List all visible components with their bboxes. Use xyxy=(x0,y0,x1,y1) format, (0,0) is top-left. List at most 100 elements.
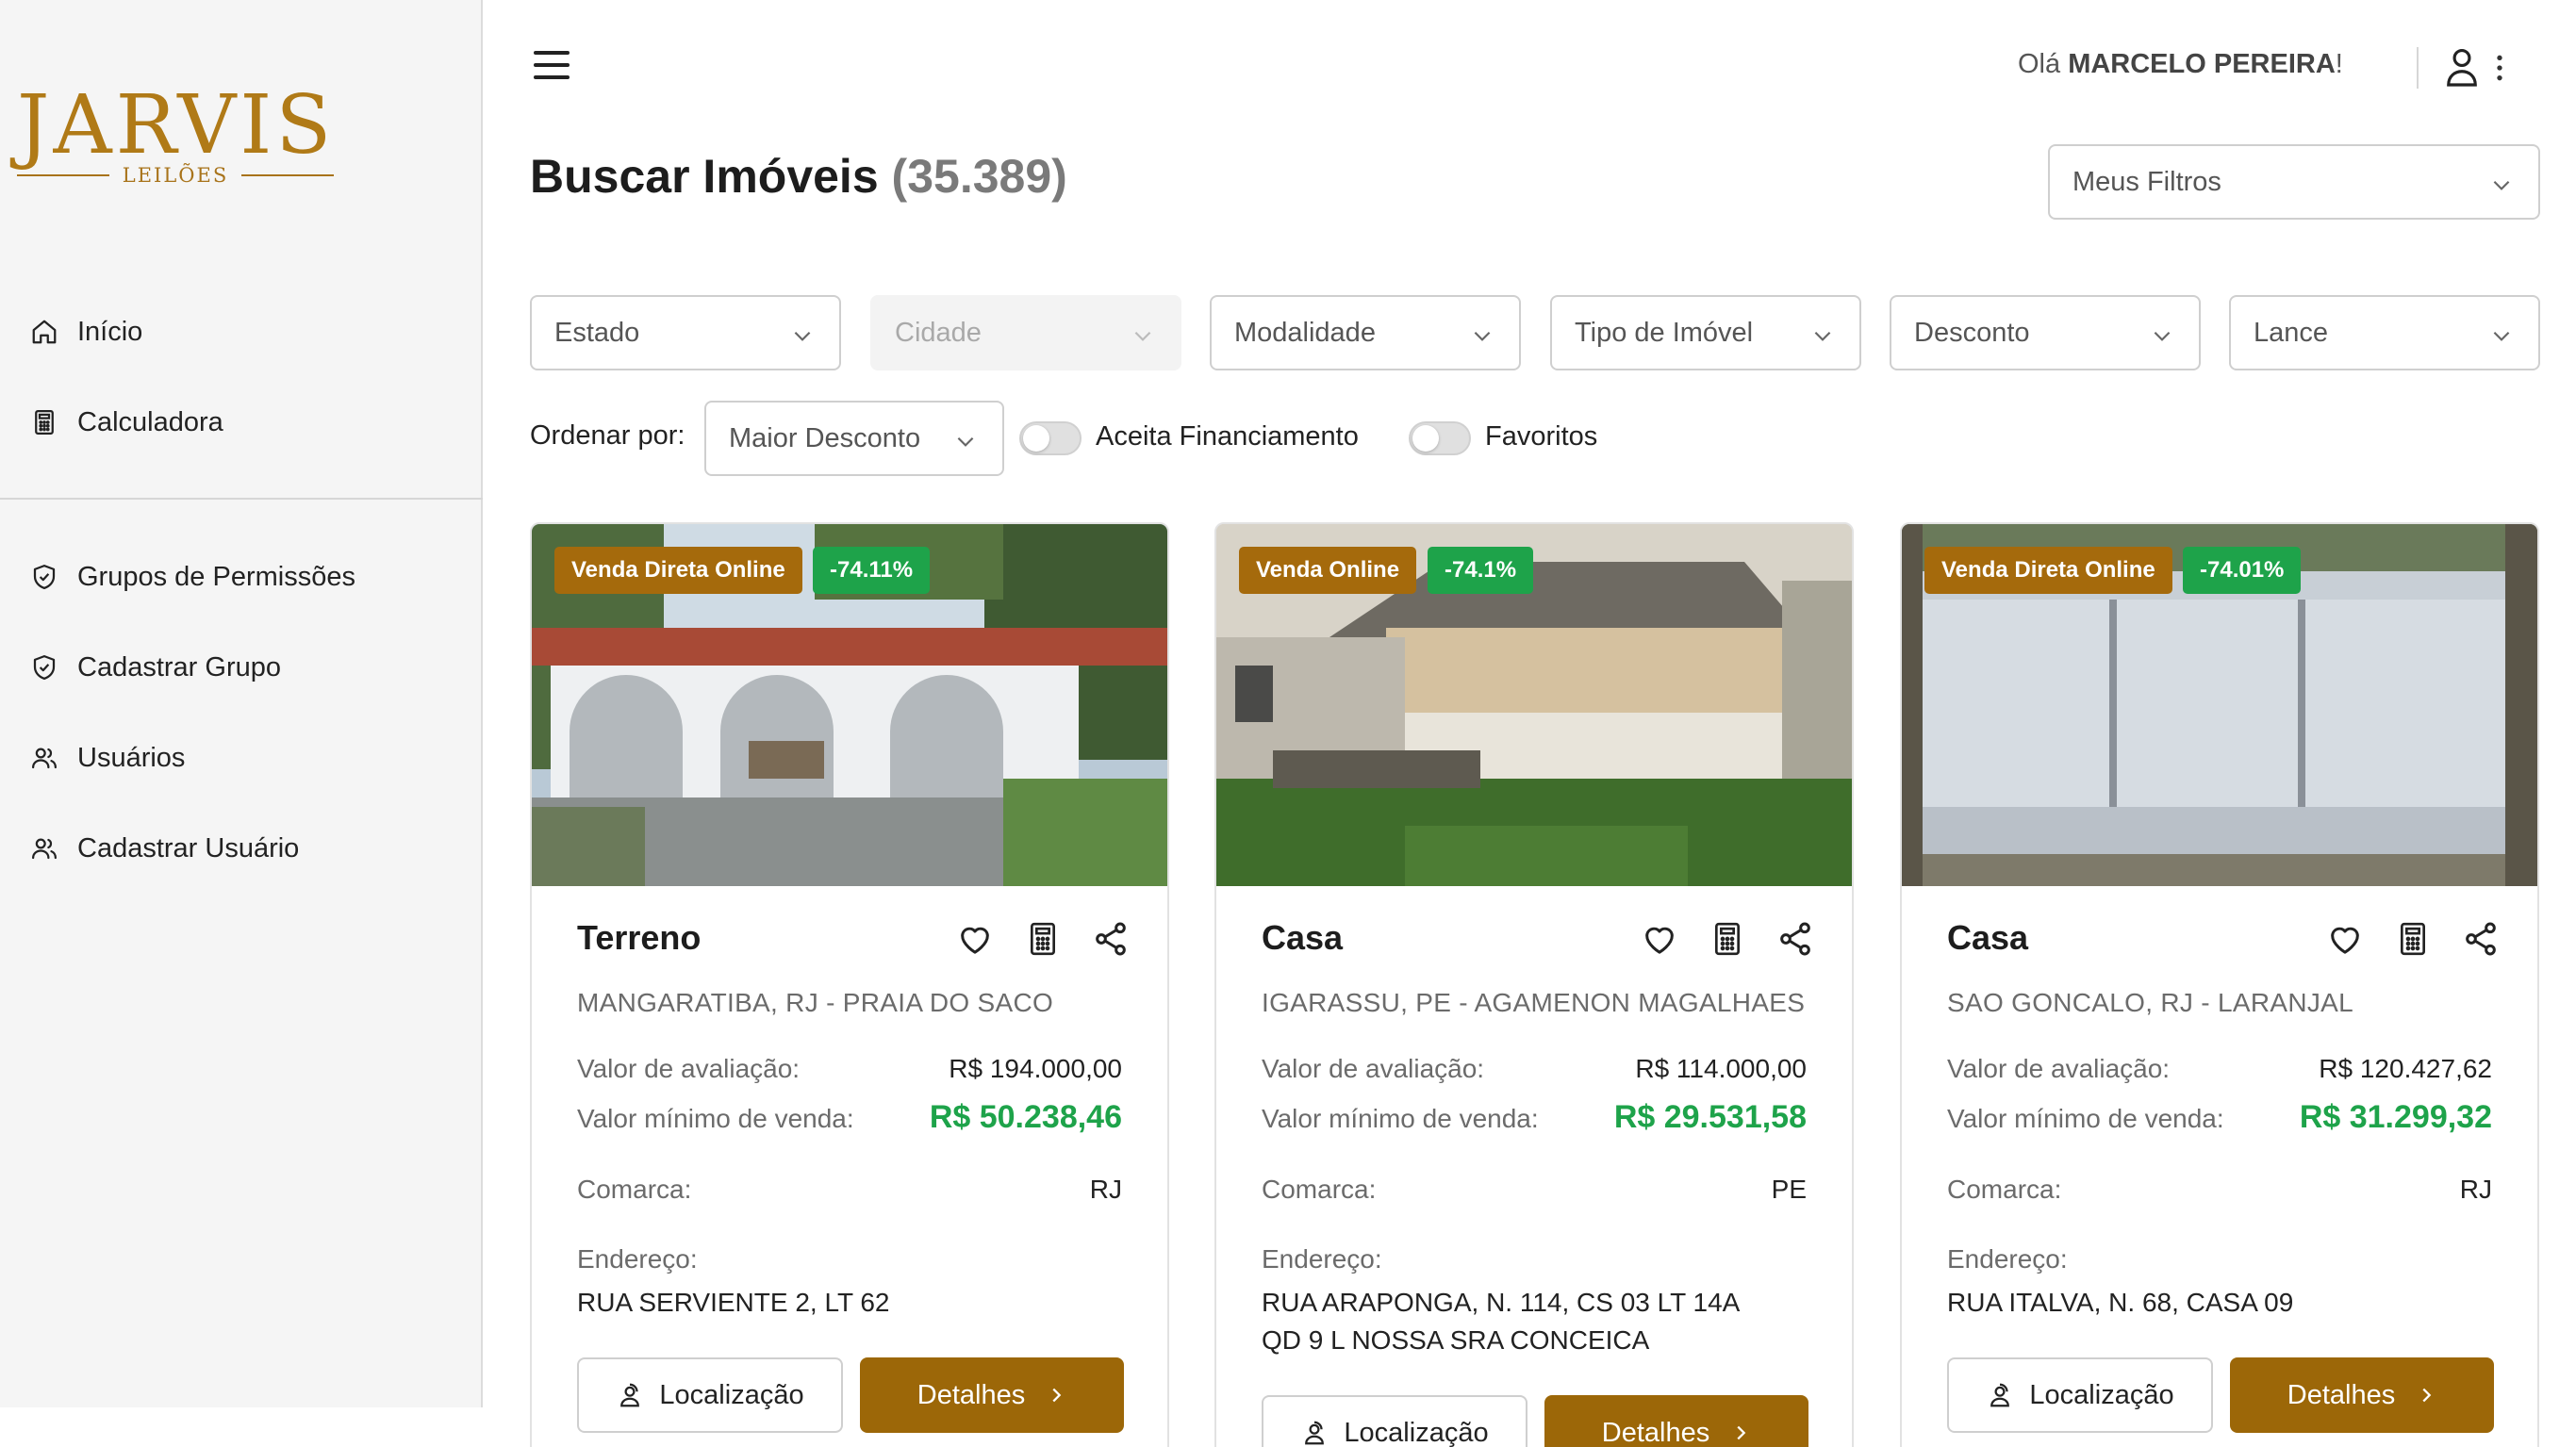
property-card[interactable]: Venda Online -74.1% Casa IGARASSU, PE - … xyxy=(1214,522,1854,1447)
saved-filters-placeholder: Meus Filtros xyxy=(2072,166,2221,197)
chevron-right-icon xyxy=(2422,1388,2432,1403)
logo-divider xyxy=(17,174,109,176)
share-icon[interactable] xyxy=(2462,920,2500,958)
map-pin-user-icon xyxy=(620,1383,640,1407)
details-button[interactable]: Detalhes xyxy=(1544,1395,1808,1447)
details-button-label: Detalhes xyxy=(1601,1417,1710,1447)
heart-icon[interactable] xyxy=(2326,920,2364,958)
district-value: PE xyxy=(1771,1175,1807,1204)
share-icon[interactable] xyxy=(1092,920,1130,958)
sort-select[interactable]: Maior Desconto xyxy=(704,401,1004,476)
card-actions xyxy=(956,920,1130,958)
details-button[interactable]: Detalhes xyxy=(860,1357,1124,1433)
property-photo[interactable]: Venda Online -74.1% xyxy=(1216,524,1852,886)
page-title-text: Buscar Imóveis xyxy=(530,150,879,203)
sort-value: Maior Desconto xyxy=(729,422,921,453)
details-button-label: Detalhes xyxy=(2287,1379,2396,1410)
property-card[interactable]: Venda Direta Online -74.01% Casa SAO GON… xyxy=(1900,522,2539,1447)
property-type: Casa xyxy=(1947,918,2029,957)
toggle-label-financiamento: Aceita Financiamento xyxy=(1096,421,1359,452)
property-photo[interactable]: Venda Direta Online -74.01% xyxy=(1902,524,2537,886)
calculator-icon[interactable] xyxy=(2394,920,2432,958)
location-button-label: Localização xyxy=(659,1379,804,1410)
location-button[interactable]: Localização xyxy=(1262,1395,1527,1447)
valuation-label: Valor de avaliação: xyxy=(1262,1054,1485,1083)
saved-filters-select[interactable]: Meus Filtros xyxy=(2048,144,2540,220)
location-button[interactable]: Localização xyxy=(1947,1357,2213,1433)
filter-desconto[interactable]: Desconto xyxy=(1890,295,2201,370)
min-sale-value: R$ 29.531,58 xyxy=(1613,1099,1807,1135)
chevron-down-icon xyxy=(1134,331,1151,341)
hamburger-icon xyxy=(534,63,570,67)
sidebar-item-usuarios[interactable]: Usuários xyxy=(30,730,185,786)
hamburger-icon xyxy=(534,75,570,79)
property-type: Terreno xyxy=(577,918,702,957)
min-sale-row: Valor mínimo de venda: R$ 29.531,58 xyxy=(1262,1099,1807,1136)
user-greeting: Olá MARCELO PEREIRA! xyxy=(2018,49,2343,80)
user-name: MARCELO PEREIRA xyxy=(2068,49,2336,79)
sidebar-item-calculadora[interactable]: Calculadora xyxy=(30,394,223,451)
discount-badge: -74.11% xyxy=(813,547,931,594)
logo-divider xyxy=(241,174,335,176)
district-label: Comarca: xyxy=(1262,1175,1377,1204)
modality-badge: Venda Direta Online xyxy=(554,547,802,594)
filter-estado[interactable]: Estado xyxy=(530,295,841,370)
location-button-label: Localização xyxy=(2029,1379,2174,1410)
sidebar-item-label: Cadastrar Grupo xyxy=(77,651,281,682)
property-photo[interactable]: Venda Direta Online -74.11% xyxy=(532,524,1167,886)
chevron-down-icon xyxy=(2154,331,2171,341)
details-button[interactable]: Detalhes xyxy=(2230,1357,2494,1433)
valuation-row: Valor de avaliação: R$ 114.000,00 xyxy=(1262,1054,1807,1084)
valuation-row: Valor de avaliação: R$ 194.000,00 xyxy=(577,1054,1122,1084)
sidebar-footer xyxy=(0,1407,483,1447)
sidebar-item-cadastrar-grupo[interactable]: Cadastrar Grupo xyxy=(30,639,281,696)
chevron-down-icon xyxy=(1474,331,1491,341)
calculator-icon[interactable] xyxy=(1024,920,1062,958)
filter-lance[interactable]: Lance xyxy=(2229,295,2540,370)
sort-label: Ordenar por: xyxy=(530,420,685,451)
user-icon[interactable] xyxy=(2444,45,2480,89)
header-divider xyxy=(2417,47,2419,89)
min-sale-label: Valor mínimo de venda: xyxy=(577,1104,854,1133)
calculator-icon[interactable] xyxy=(1709,920,1746,958)
sidebar-item-grupos-permissoes[interactable]: Grupos de Permissões xyxy=(30,549,355,605)
filter-label: Desconto xyxy=(1914,317,2030,348)
valuation-row: Valor de avaliação: R$ 120.427,62 xyxy=(1947,1054,2492,1084)
address-value: RUA SERVIENTE 2, LT 62 xyxy=(577,1288,890,1317)
district-value: RJ xyxy=(2459,1175,2492,1204)
sidebar-item-inicio[interactable]: Início xyxy=(30,304,142,360)
valuation-label: Valor de avaliação: xyxy=(1947,1054,2171,1083)
filter-modalidade[interactable]: Modalidade xyxy=(1210,295,1521,370)
min-sale-value: R$ 50.238,46 xyxy=(929,1099,1122,1135)
sidebar: JARVIS LEILÕES Início Calculadora Grupos… xyxy=(0,0,483,1447)
results-count: (35.389) xyxy=(891,150,1067,203)
filter-tipo-imovel[interactable]: Tipo de Imóvel xyxy=(1550,295,1861,370)
brand-logo[interactable]: JARVIS LEILÕES xyxy=(17,83,335,187)
district-label: Comarca: xyxy=(577,1175,692,1204)
menu-toggle-button[interactable] xyxy=(534,51,573,85)
shield-icon xyxy=(33,565,56,589)
filter-label: Estado xyxy=(554,317,640,348)
greeting-prefix: Olá xyxy=(2018,49,2069,79)
toggle-favoritos[interactable] xyxy=(1409,421,1471,455)
sidebar-item-cadastrar-usuario[interactable]: Cadastrar Usuário xyxy=(30,820,299,877)
chevron-down-icon xyxy=(1814,331,1831,341)
heart-icon[interactable] xyxy=(956,920,994,958)
page-title: Buscar Imóveis (35.389) xyxy=(530,149,1067,204)
location-button[interactable]: Localização xyxy=(577,1357,843,1433)
discount-badge: -74.1% xyxy=(1428,547,1534,594)
toggle-aceita-financiamento[interactable] xyxy=(1019,421,1082,455)
filter-label: Modalidade xyxy=(1234,317,1376,348)
property-card[interactable]: Venda Direta Online -74.11% Terreno MANG… xyxy=(530,522,1169,1447)
heart-icon[interactable] xyxy=(1641,920,1678,958)
location-button-label: Localização xyxy=(1344,1417,1489,1447)
min-sale-row: Valor mínimo de venda: R$ 31.299,32 xyxy=(1947,1099,2492,1136)
more-options-icon[interactable] xyxy=(2493,53,2506,83)
district-value: RJ xyxy=(1089,1175,1122,1204)
valuation-value: R$ 194.000,00 xyxy=(949,1054,1122,1083)
address-value: RUA ITALVA, N. 68, CASA 09 xyxy=(1947,1288,2294,1317)
shield-icon xyxy=(33,655,56,680)
share-icon[interactable] xyxy=(1776,920,1814,958)
valuation-label: Valor de avaliação: xyxy=(577,1054,801,1083)
toggle-knob xyxy=(1023,425,1049,452)
